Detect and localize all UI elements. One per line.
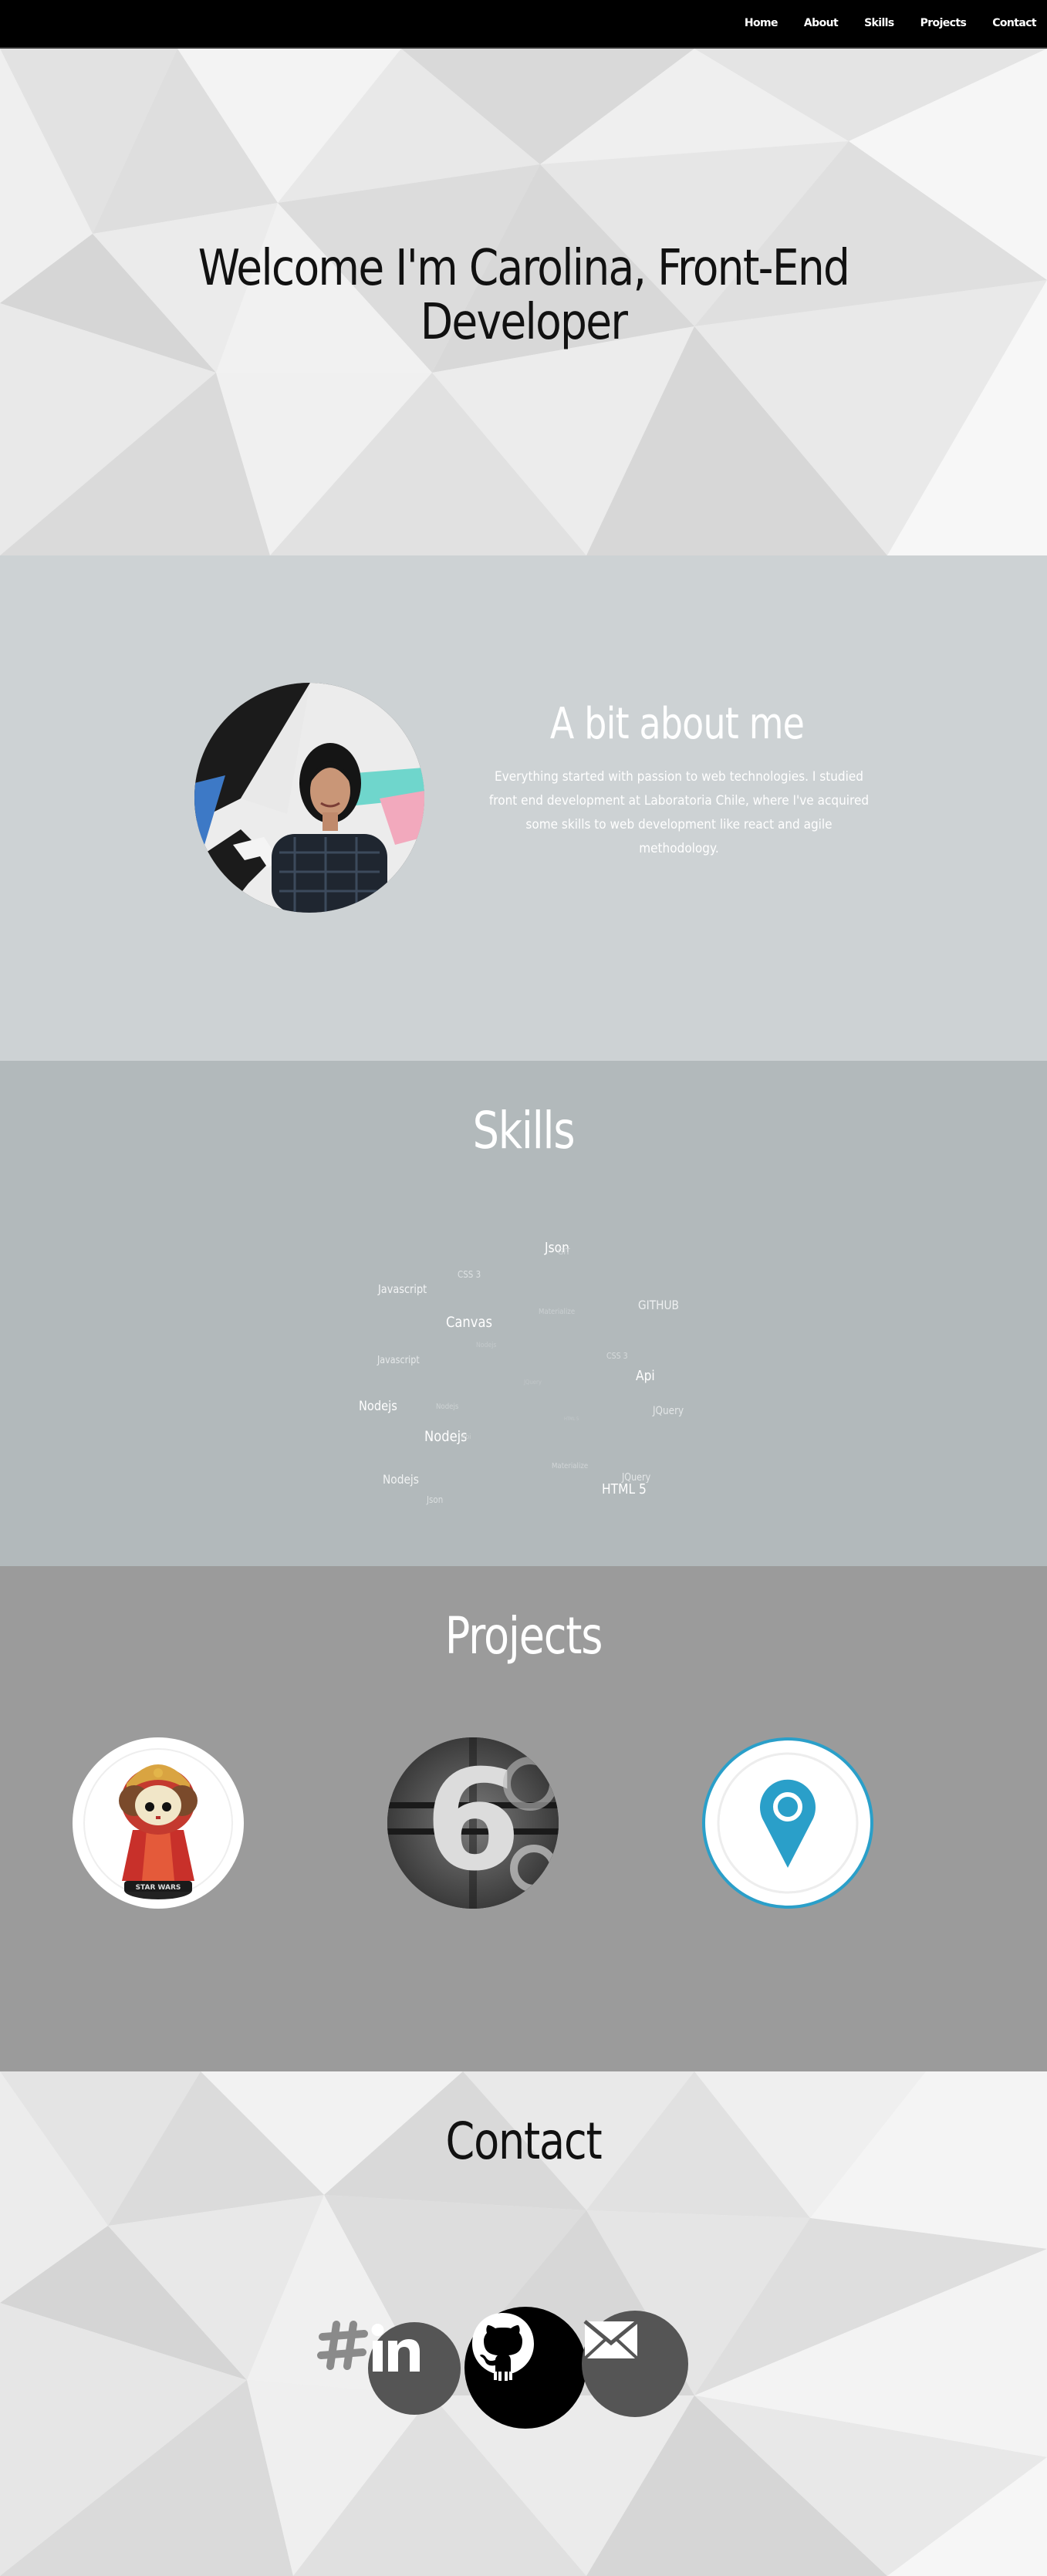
skill-tag[interactable]: Canvas (446, 1314, 492, 1331)
slack-icon[interactable] (316, 2318, 370, 2372)
skill-tag[interactable]: HTML 5 (602, 1481, 647, 1497)
skill-tag[interactable]: GIT (558, 1247, 570, 1257)
skills-section: Skills Json GIT CSS 3 Javascript GITHUB … (0, 1061, 1047, 1566)
hero-title-line2: Developer (420, 294, 628, 351)
map-pin-icon (717, 1752, 859, 1894)
skill-tag[interactable]: Javascript (377, 1355, 420, 1366)
skill-tag[interactable]: Javascript (378, 1282, 427, 1296)
nav-skills-link[interactable]: Skills (864, 17, 894, 29)
hero-title-line1: Welcome I'm Carolina, Front-End (198, 240, 850, 297)
about-title: A bit about me (549, 699, 805, 749)
github-icon[interactable] (464, 2307, 586, 2429)
contact-section: Contact (0, 2071, 1047, 2576)
svg-text:STAR WARS: STAR WARS (136, 1884, 181, 1892)
projects-title: Projects (444, 1606, 603, 1666)
skills-title: Skills (472, 1101, 576, 1160)
skill-tag[interactable]: JQuery (653, 1405, 684, 1417)
profile-photo (194, 683, 424, 913)
funko-figure-icon: STAR WARS (83, 1748, 233, 1899)
skill-tag[interactable]: Nodejs (383, 1472, 419, 1487)
number-six-icon: 6 (387, 1737, 559, 1909)
skill-tag[interactable]: Json (427, 1494, 443, 1505)
skill-tag[interactable]: Api (636, 1368, 655, 1384)
hero-section: Welcome I'm Carolina, Front-End Develope… (0, 49, 1047, 555)
hero-title: Welcome I'm Carolina, Front-End Develope… (73, 241, 974, 349)
skill-tag[interactable]: Materialize (539, 1308, 575, 1316)
top-navbar: Home About Skills Projects Contact (0, 0, 1047, 49)
project-countdown-six[interactable]: 6 (387, 1737, 559, 1909)
skill-tag[interactable]: CSS 3 (606, 1351, 628, 1361)
skill-tag[interactable]: Api (461, 1433, 471, 1441)
nav-projects-link[interactable]: Projects (920, 17, 967, 29)
about-text: Everything started with passion to web t… (488, 769, 870, 856)
linkedin-icon[interactable] (368, 2322, 461, 2415)
projects-section: Projects STAR WARS 6 (0, 1566, 1047, 2071)
skill-tag[interactable]: CSS 3 (458, 1269, 481, 1280)
skill-tag[interactable]: JQuery (524, 1379, 542, 1386)
nav-contact-link[interactable]: Contact (992, 17, 1036, 29)
nav-menu: Home About Skills Projects Contact (718, 17, 1037, 29)
skill-tag[interactable]: Nodejs (436, 1403, 458, 1411)
about-section: A bit about me Everything started with p… (0, 555, 1047, 1061)
skill-tag[interactable]: GITHUB (638, 1298, 679, 1312)
svg-text:6: 6 (424, 1740, 521, 1902)
skill-tag[interactable]: Materialize (552, 1462, 588, 1470)
skill-tag[interactable]: Nodejs (359, 1399, 397, 1414)
skill-tag[interactable]: HTML 5 (564, 1416, 579, 1422)
nav-about-link[interactable]: About (804, 17, 839, 29)
skill-tag[interactable]: Nodejs (476, 1342, 496, 1349)
project-map-pin[interactable] (702, 1737, 873, 1909)
mail-icon[interactable] (582, 2311, 688, 2417)
nav-home-link[interactable]: Home (745, 17, 778, 29)
project-amidala-funko[interactable]: STAR WARS (73, 1737, 244, 1909)
contact-title: Contact (445, 2112, 603, 2171)
